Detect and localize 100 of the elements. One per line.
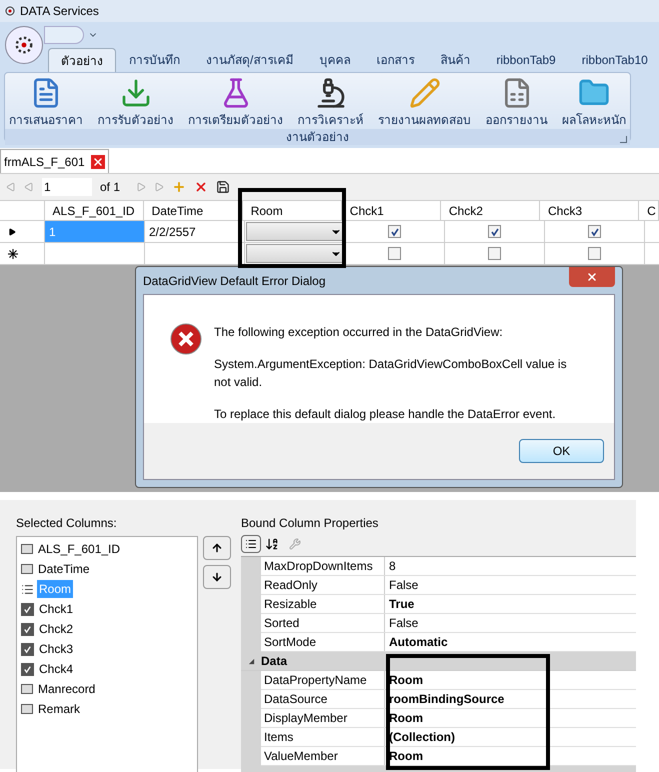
- property-name: DataSource: [261, 690, 385, 708]
- expander-icon[interactable]: [248, 658, 254, 664]
- close-icon[interactable]: [90, 154, 105, 168]
- group-label: งานตัวอย่าง: [286, 129, 349, 146]
- column-list-item[interactable]: Chck4: [37, 660, 76, 678]
- position-field[interactable]: 1: [42, 178, 92, 196]
- column-header[interactable]: Chck2: [440, 201, 540, 220]
- dialog-title: DataGridView Default Error Dialog: [143, 272, 326, 290]
- error-message: System.ArgumentException: DataGridViewComboBoxCell value is not valid.: [214, 356, 568, 391]
- checkbox[interactable]: [488, 247, 501, 260]
- column-header[interactable]: ALS_F_601_ID: [44, 201, 144, 220]
- app-icon: [4, 5, 16, 17]
- text-column-icon: [21, 704, 33, 714]
- ribbon-tab[interactable]: การบันทึก: [116, 48, 193, 72]
- property-name: SortMode: [261, 633, 385, 651]
- property-name: MaxDropDownItems: [261, 557, 385, 575]
- move-up-button[interactable]: [203, 536, 231, 560]
- ribbon-tab[interactable]: ribbonTab10: [568, 48, 659, 72]
- ribbon-button[interactable]: การวิเคราะห์: [298, 77, 364, 129]
- selected-columns-label: Selected Columns:: [16, 515, 118, 532]
- property-value[interactable]: (Collection): [385, 728, 459, 746]
- ribbon-button[interactable]: การเตรียมตัวอย่าง: [188, 77, 283, 129]
- new-row-icon: [8, 248, 18, 258]
- property-value[interactable]: Room: [385, 671, 427, 689]
- checkbox-column-icon: [21, 642, 34, 656]
- current-row-icon: [8, 228, 16, 236]
- column-header[interactable]: Chck3: [540, 201, 640, 220]
- column-list-item[interactable]: DateTime: [36, 560, 92, 578]
- column-list-item[interactable]: ALS_F_601_ID: [36, 540, 122, 558]
- column-header[interactable]: Chck1: [342, 201, 441, 220]
- property-name: Sorted: [261, 614, 385, 632]
- error-message: To replace this default dialog please handle the DataError event.: [214, 406, 557, 423]
- window-title: DATA Services: [20, 3, 99, 20]
- ribbon-button[interactable]: ผลโลหะหนัก: [562, 77, 626, 129]
- column-header[interactable]: Room: [242, 201, 342, 220]
- table-cell: 1: [45, 221, 145, 242]
- save-icon[interactable]: [216, 180, 230, 194]
- categorized-view-icon[interactable]: [241, 535, 261, 553]
- column-header[interactable]: C: [639, 201, 659, 220]
- property-value[interactable]: True: [385, 595, 418, 613]
- move-down-button[interactable]: [203, 565, 231, 589]
- ribbon-tab[interactable]: เอกสาร: [363, 48, 428, 72]
- property-value[interactable]: Automatic: [385, 633, 452, 651]
- checkbox[interactable]: [388, 247, 401, 260]
- dialog-launcher-icon[interactable]: [620, 136, 627, 143]
- column-list-item[interactable]: Manrecord: [36, 680, 98, 698]
- property-value[interactable]: False: [385, 614, 422, 632]
- property-name: Resizable: [261, 595, 385, 613]
- checkbox[interactable]: [588, 225, 601, 238]
- ok-button[interactable]: OK: [519, 439, 604, 463]
- property-value[interactable]: Room: [385, 747, 427, 765]
- column-list-item[interactable]: Remark: [36, 700, 82, 718]
- microscope-icon: [314, 77, 346, 109]
- checkbox[interactable]: [388, 225, 401, 238]
- text-column-icon: [21, 564, 33, 574]
- column-list-item[interactable]: Chck2: [37, 620, 76, 638]
- ribbon-tab[interactable]: งานภัสดุ/สารเคมี: [193, 48, 306, 72]
- alphabetical-sort-icon[interactable]: [265, 537, 279, 551]
- room-combo-box[interactable]: [246, 222, 343, 241]
- close-button[interactable]: [569, 266, 615, 286]
- property-name: DataPropertyName: [261, 671, 385, 689]
- record-count: of 1: [100, 179, 120, 196]
- ribbon-button[interactable]: ออกรายงาน: [486, 77, 548, 129]
- property-value[interactable]: False: [385, 576, 422, 594]
- property-value[interactable]: 8: [385, 557, 400, 575]
- ribbon-tab[interactable]: บุคคล: [306, 48, 364, 72]
- close-icon: [586, 270, 598, 282]
- down-arrow-icon: [211, 571, 223, 583]
- delete-icon[interactable]: [194, 180, 208, 194]
- application-button[interactable]: [5, 26, 43, 64]
- property-value[interactable]: roomBindingSource: [385, 690, 508, 708]
- property-name: DisplayMember: [261, 709, 385, 727]
- properties-label: Bound Column Properties: [241, 515, 380, 532]
- column-list-item[interactable]: Chck1: [37, 600, 76, 618]
- checkbox[interactable]: [588, 247, 601, 260]
- checkbox-column-icon: [21, 622, 34, 636]
- checkbox[interactable]: [488, 225, 501, 238]
- column-list-item[interactable]: Chck3: [37, 640, 76, 658]
- checkbox-column-icon: [21, 602, 34, 616]
- checkbox-column-icon: [21, 662, 34, 676]
- ribbon-button[interactable]: รายงานผลทดสอบ: [378, 77, 471, 129]
- error-message: The following exception occurred in the DataGridView:: [214, 324, 504, 341]
- category-label: Data: [261, 653, 288, 670]
- ribbon-button[interactable]: การเสนอราคา: [9, 77, 83, 129]
- property-name: Items: [261, 728, 385, 746]
- document-tab[interactable]: frmALS_F_601: [0, 149, 109, 173]
- ribbon-button[interactable]: การรับตัวอย่าง: [98, 77, 174, 129]
- ribbon-tab[interactable]: สินค้า: [427, 48, 484, 72]
- combo-column-icon: [21, 582, 34, 596]
- column-header[interactable]: DateTime: [144, 201, 243, 220]
- ribbon-tab[interactable]: ตัวอย่าง: [48, 48, 116, 72]
- room-combo-box[interactable]: [246, 244, 343, 263]
- text-column-icon: [21, 544, 33, 554]
- pencil-icon: [408, 77, 440, 109]
- up-arrow-icon: [211, 542, 223, 554]
- text-column-icon: [21, 684, 33, 694]
- property-value[interactable]: Room: [385, 709, 427, 727]
- property-name: ReadOnly: [261, 576, 385, 594]
- property-name: ValueMember: [261, 747, 385, 765]
- ribbon-tab[interactable]: ribbonTab9: [483, 48, 569, 72]
